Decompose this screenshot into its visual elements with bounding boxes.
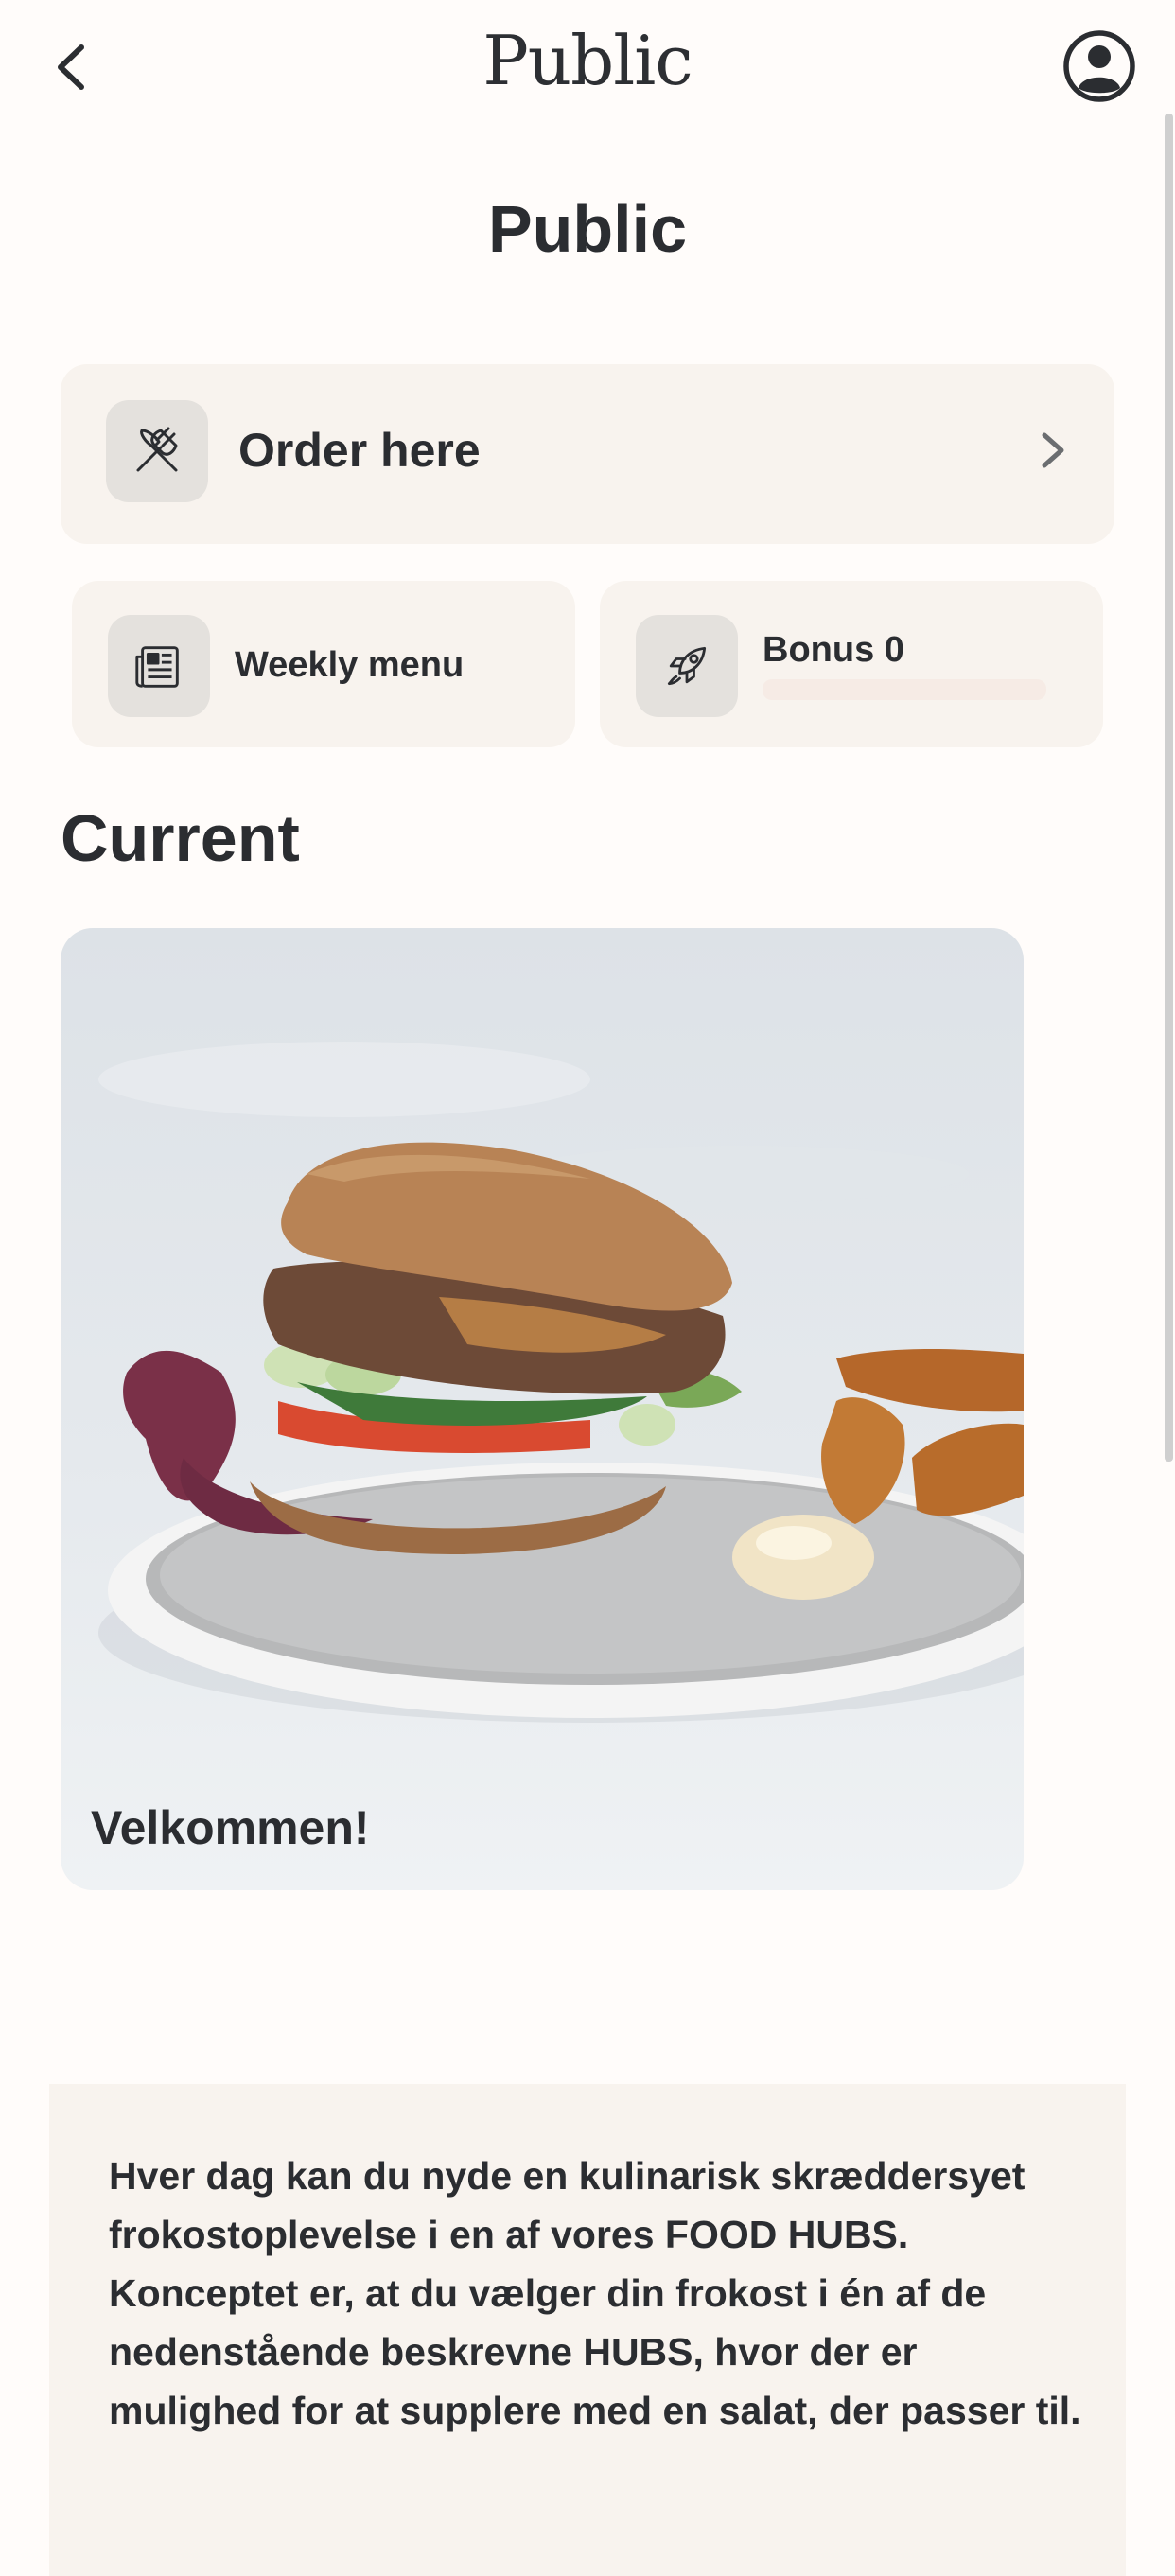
- top-bar: Public: [0, 0, 1175, 132]
- profile-button[interactable]: [1061, 28, 1137, 104]
- brand-logo: Public: [482, 21, 693, 100]
- page-title: Public: [487, 192, 688, 266]
- burger-plate-image: [98, 1042, 1024, 1723]
- rocket-icon: [667, 646, 707, 686]
- newspaper-icon: [135, 646, 179, 688]
- info-text: Hver dag kan du nyde en kulinarisk skræd…: [109, 2147, 1083, 2440]
- user-circle-icon: [1063, 30, 1135, 102]
- bonus-progress-bar: [763, 679, 1046, 700]
- bonus-card[interactable]: Bonus 0: [600, 581, 1103, 747]
- info-paragraph-2: Konceptet er, at du vælger din frokost i…: [109, 2271, 1081, 2432]
- section-title-current: Current: [61, 801, 300, 875]
- featured-caption: Velkommen!: [91, 1801, 370, 1854]
- weekly-menu-label: Weekly menu: [235, 645, 465, 685]
- scrollbar[interactable]: [1165, 114, 1173, 1462]
- order-icon-tile: [106, 400, 208, 502]
- bonus-icon-tile: [636, 615, 738, 717]
- info-paragraph-1: Hver dag kan du nyde en kulinarisk skræd…: [109, 2154, 1026, 2256]
- info-box: Hver dag kan du nyde en kulinarisk skræd…: [49, 2084, 1126, 2576]
- weekly-menu-card[interactable]: Weekly menu: [72, 581, 575, 747]
- bonus-label: Bonus 0: [763, 630, 904, 670]
- featured-card[interactable]: Velkommen!: [61, 928, 1024, 1890]
- order-here-label: Order here: [238, 424, 481, 477]
- order-here-card[interactable]: Order here: [61, 364, 1114, 544]
- fork-knife-icon: [136, 427, 178, 472]
- chevron-right-icon: [1042, 432, 1064, 468]
- weekly-menu-icon-tile: [108, 615, 210, 717]
